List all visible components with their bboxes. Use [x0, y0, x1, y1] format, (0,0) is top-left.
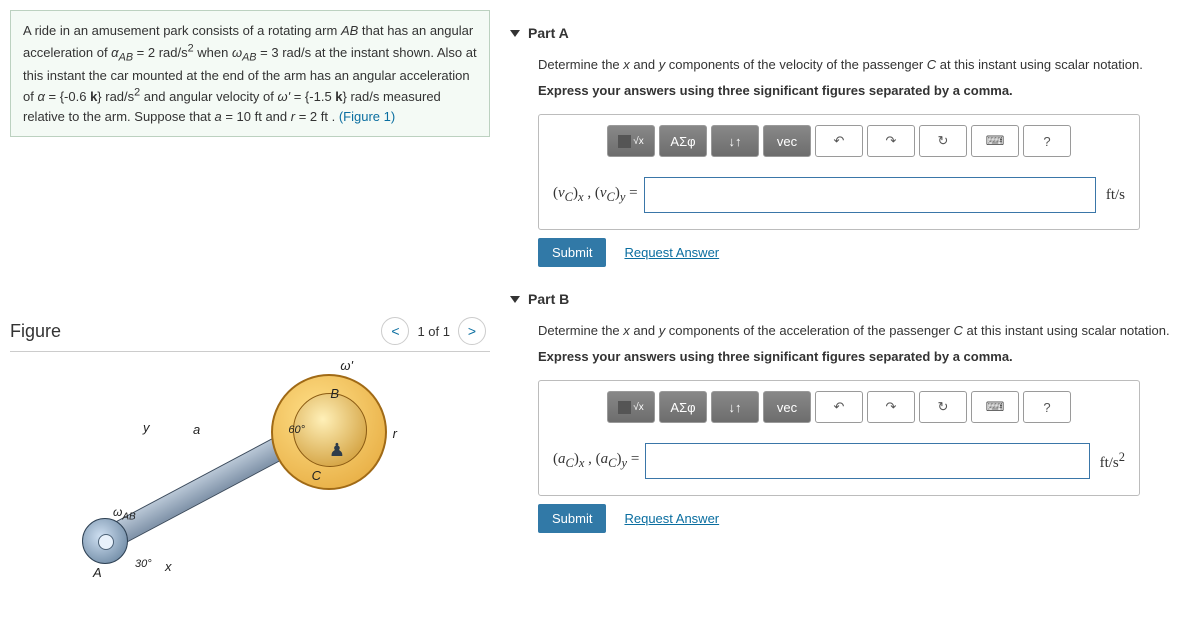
label-omega-prime: ω': [340, 358, 353, 373]
part-b-prompt: Determine the x and y components of the …: [538, 321, 1200, 341]
label-x-axis: x: [165, 559, 172, 574]
part-a-instruction: Express your answers using three signifi…: [538, 81, 1200, 101]
label-r: r: [393, 426, 397, 441]
caret-down-icon: [510, 296, 520, 303]
part-a-unit: ft/s: [1106, 187, 1125, 204]
problem-text: A ride in an amusement park consists of …: [23, 23, 477, 124]
part-b-submit-button[interactable]: Submit: [538, 504, 606, 533]
part-b-input[interactable]: [645, 443, 1089, 479]
part-b-lhs: (aC)x , (aC)y =: [553, 451, 639, 471]
part-a-request-answer[interactable]: Request Answer: [624, 245, 719, 260]
reset-button[interactable]: ↻: [919, 125, 967, 157]
vec-button[interactable]: vec: [763, 391, 811, 423]
part-b-unit: ft/s2: [1100, 450, 1125, 472]
figure-counter: 1 of 1: [417, 324, 450, 339]
figure-next-button[interactable]: >: [458, 317, 486, 345]
problem-statement: A ride in an amusement park consists of …: [10, 10, 490, 137]
keyboard-button[interactable]: ⌨: [971, 125, 1019, 157]
keyboard-button[interactable]: ⌨: [971, 391, 1019, 423]
part-a-submit-button[interactable]: Submit: [538, 238, 606, 267]
label-b-point: B: [330, 386, 339, 401]
figure-prev-button[interactable]: <: [381, 317, 409, 345]
subsup-button[interactable]: ↓↑: [711, 391, 759, 423]
part-a-prompt: Determine the x and y components of the …: [538, 55, 1200, 75]
label-omega-ab: ωAB: [113, 505, 136, 522]
label-c-point: C: [312, 468, 321, 483]
redo-button[interactable]: ↷: [867, 391, 915, 423]
template-button[interactable]: √x: [607, 391, 655, 423]
figure-diagram: ♟ A B C r a y x ω' 30° 60° ωAB: [65, 382, 445, 562]
help-button[interactable]: ?: [1023, 391, 1071, 423]
redo-button[interactable]: ↷: [867, 125, 915, 157]
figure-link[interactable]: (Figure 1): [339, 109, 395, 124]
label-a-dim: a: [193, 422, 200, 437]
part-b-request-answer[interactable]: Request Answer: [624, 511, 719, 526]
label-angle-30: 30°: [135, 558, 152, 570]
part-a-input[interactable]: [644, 177, 1096, 213]
part-b-instruction: Express your answers using three signifi…: [538, 347, 1200, 367]
part-a-header[interactable]: Part A: [510, 25, 1200, 41]
subsup-button[interactable]: ↓↑: [711, 125, 759, 157]
figure-title: Figure: [10, 321, 377, 342]
part-b-header[interactable]: Part B: [510, 291, 1200, 307]
reset-button[interactable]: ↻: [919, 391, 967, 423]
part-a-lhs: (vC)x , (vC)y =: [553, 185, 638, 205]
caret-down-icon: [510, 30, 520, 37]
part-b-title: Part B: [528, 291, 569, 307]
greek-button[interactable]: ΑΣφ: [659, 391, 707, 423]
part-a-title: Part A: [528, 25, 569, 41]
label-y-axis: y: [143, 420, 150, 435]
part-b-answer-box: √x ΑΣφ ↓↑ vec ↶ ↷ ↻ ⌨ ? (aC)x , (aC)y = …: [538, 380, 1140, 496]
greek-button[interactable]: ΑΣφ: [659, 125, 707, 157]
label-angle-60: 60°: [288, 424, 305, 436]
vec-button[interactable]: vec: [763, 125, 811, 157]
template-button[interactable]: √x: [607, 125, 655, 157]
help-button[interactable]: ?: [1023, 125, 1071, 157]
part-a-answer-box: √x ΑΣφ ↓↑ vec ↶ ↷ ↻ ⌨ ? (vC)x , (vC)y = …: [538, 114, 1140, 230]
label-a-point: A: [93, 565, 102, 580]
undo-button[interactable]: ↶: [815, 391, 863, 423]
undo-button[interactable]: ↶: [815, 125, 863, 157]
